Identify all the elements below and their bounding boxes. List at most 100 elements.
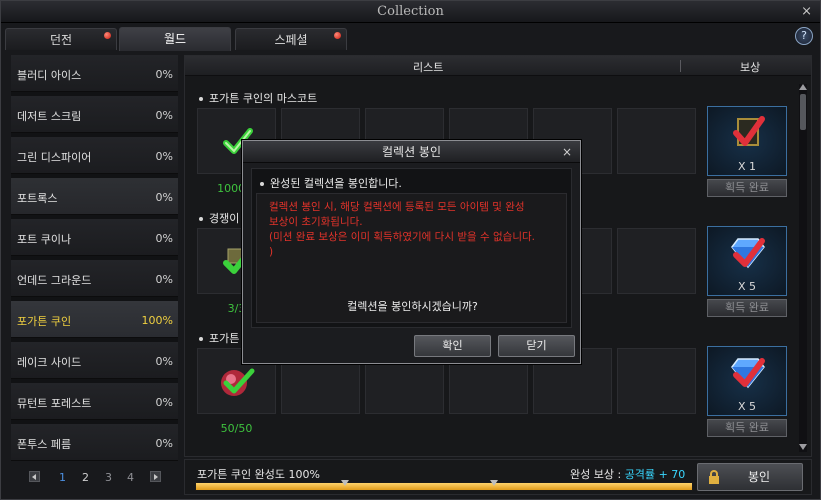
tab-world-label: 월드 bbox=[163, 32, 187, 46]
page-number[interactable]: 3 bbox=[105, 471, 112, 484]
next-page-button[interactable] bbox=[150, 471, 161, 482]
sidebar-item-percent: 0% bbox=[155, 68, 173, 81]
seal-button-label: 봉인 bbox=[747, 470, 771, 484]
tab-dungeon-label: 던전 bbox=[49, 33, 73, 47]
sidebar: 블러디 아이스 0% 데저트 스크림 0% 그린 디스파이어 0% 포트록스 0% 포트… bbox=[11, 55, 178, 461]
help-icon[interactable]: ? bbox=[795, 27, 813, 45]
obtained-button[interactable]: 획득 완료 bbox=[707, 299, 787, 317]
collection-group-name: 포가튼 bbox=[209, 332, 240, 345]
sidebar-item-label: 언데드 그라운드 bbox=[17, 274, 92, 287]
reward-count: X 5 bbox=[737, 400, 757, 413]
sidebar-item-label: 포가튼 쿠인 bbox=[17, 315, 72, 328]
sidebar-item-percent: 0% bbox=[155, 191, 173, 204]
bullet-icon bbox=[199, 337, 203, 341]
sidebar-item-label: 포트록스 bbox=[17, 192, 58, 205]
progress-marker-icon bbox=[341, 480, 349, 486]
page-number[interactable]: 2 bbox=[82, 471, 89, 484]
reward-count: X 5 bbox=[737, 280, 757, 293]
bullet-icon bbox=[199, 217, 203, 221]
dialog-title: 컬렉션 봉인 bbox=[381, 145, 441, 159]
scroll-up-icon[interactable] bbox=[799, 84, 807, 90]
warning-line: ) bbox=[269, 246, 274, 258]
reward-slot[interactable]: X 5 bbox=[707, 346, 787, 416]
scrollbar-track[interactable] bbox=[799, 84, 807, 452]
sidebar-item-port-cuina[interactable]: 포트 쿠이나 0% bbox=[11, 219, 178, 256]
sidebar-item-pontus-ferm[interactable]: 폰투스 페름 0% bbox=[11, 424, 178, 461]
sidebar-item-percent: 0% bbox=[155, 109, 173, 122]
tab-world[interactable]: 월드 bbox=[119, 27, 231, 51]
bullet-icon bbox=[199, 97, 203, 101]
item-slot-empty bbox=[617, 348, 696, 414]
confirm-button[interactable]: 확인 bbox=[414, 335, 491, 357]
completion-bar: 포가튼 쿠인 완성도 100% 완성 보상 : 공격률 + 70 봉인 bbox=[184, 459, 812, 495]
completion-reward: 완성 보상 : 공격률 + 70 bbox=[570, 466, 685, 482]
reward-slot[interactable]: X 1 bbox=[707, 106, 787, 176]
completion-reward-stat: 공격률 bbox=[624, 468, 656, 481]
chevron-left-icon bbox=[32, 474, 36, 480]
item-orb-check-icon bbox=[221, 368, 255, 396]
sidebar-item-label: 뮤턴트 포레스트 bbox=[17, 397, 92, 410]
reward-mascot-icon bbox=[733, 116, 765, 146]
confirm-question: 컬렉션을 봉인하시겠습니까? bbox=[347, 300, 478, 313]
list-header-label: 리스트 bbox=[413, 61, 444, 74]
sidebar-item-fortrox[interactable]: 포트록스 0% bbox=[11, 178, 178, 215]
sidebar-item-desert-scream[interactable]: 데저트 스크림 0% bbox=[11, 96, 178, 133]
sidebar-item-forgotten-cuin[interactable]: 포가튼 쿠인 100% bbox=[11, 301, 178, 338]
dialog-message-box: 컬렉션 봉인 시, 해당 컬렉션에 등록된 모든 아이템 및 완성 보상이 초기… bbox=[256, 193, 567, 323]
seal-button[interactable]: 봉인 bbox=[697, 463, 803, 491]
sidebar-item-percent: 0% bbox=[155, 437, 173, 450]
window-title: Collection bbox=[377, 4, 444, 19]
collection-group-name: 경쟁이 bbox=[209, 212, 240, 225]
collection-group-title: 포가튼 bbox=[199, 330, 239, 346]
warning-line: (미션 완료 보상은 이미 획득하였기에 다시 받을 수 없습니다. bbox=[269, 231, 535, 243]
close-icon[interactable]: × bbox=[801, 1, 812, 23]
obtained-button[interactable]: 획득 완료 bbox=[707, 179, 787, 197]
collection-group-name: 포가튼 쿠인의 마스코트 bbox=[209, 92, 318, 105]
sidebar-item-label: 데저트 스크림 bbox=[17, 110, 82, 123]
sidebar-item-percent: 100% bbox=[141, 314, 173, 327]
progress-marker-icon bbox=[490, 480, 498, 486]
sidebar-item-label: 그린 디스파이어 bbox=[17, 151, 92, 164]
tab-dungeon[interactable]: 던전 bbox=[5, 28, 117, 50]
dialog-body: 완성된 컬렉션을 봉인합니다. 컬렉션 봉인 시, 해당 컬렉션에 등록된 모든… bbox=[251, 168, 572, 328]
item-progress: 50/50 bbox=[220, 422, 253, 435]
alert-dot-icon bbox=[334, 32, 341, 39]
collection-group-title: 포가튼 쿠인의 마스코트 bbox=[199, 90, 317, 106]
reward-diamond-icon bbox=[731, 358, 765, 389]
sidebar-item-percent: 0% bbox=[155, 232, 173, 245]
scroll-down-icon[interactable] bbox=[799, 444, 807, 450]
page-number[interactable]: 4 bbox=[127, 471, 134, 484]
reward-count: X 1 bbox=[737, 160, 757, 173]
close-icon[interactable]: × bbox=[562, 141, 572, 163]
sidebar-item-percent: 0% bbox=[155, 273, 173, 286]
sidebar-item-label: 폰투스 페름 bbox=[17, 438, 72, 451]
chevron-right-icon bbox=[154, 474, 158, 480]
tab-special[interactable]: 스페셜 bbox=[235, 28, 347, 50]
sidebar-item-bloody-ice[interactable]: 블러디 아이스 0% bbox=[11, 55, 178, 92]
reward-header-label: 보상 bbox=[740, 61, 761, 74]
sidebar-item-label: 포트 쿠이나 bbox=[17, 233, 72, 246]
warning-text: 컬렉션 봉인 시, 해당 컬렉션에 등록된 모든 아이템 및 완성 보상이 초기… bbox=[269, 200, 564, 260]
sidebar-item-undead-ground[interactable]: 언데드 그라운드 0% bbox=[11, 260, 178, 297]
tab-special-label: 스페셜 bbox=[274, 33, 308, 47]
item-slot-empty bbox=[617, 228, 696, 294]
sidebar-item-green-despair[interactable]: 그린 디스파이어 0% bbox=[11, 137, 178, 174]
prev-page-button[interactable] bbox=[29, 471, 40, 482]
sidebar-item-percent: 0% bbox=[155, 355, 173, 368]
scrollbar-thumb[interactable] bbox=[800, 94, 806, 130]
dialog-close-button[interactable]: 닫기 bbox=[498, 335, 575, 357]
dialog-subtitle: 완성된 컬렉션을 봉인합니다. bbox=[260, 175, 402, 191]
bullet-icon bbox=[260, 182, 264, 186]
completion-reward-prefix: 완성 보상 : bbox=[570, 468, 625, 481]
sidebar-item-lake-side[interactable]: 레이크 사이드 0% bbox=[11, 342, 178, 379]
sidebar-item-label: 블러디 아이스 bbox=[17, 69, 82, 82]
obtained-button[interactable]: 획득 완료 bbox=[707, 419, 787, 437]
collection-window: Collection × 던전 월드 스페셜 ? 블러디 아이스 0% 데저트 스… bbox=[0, 0, 821, 500]
sidebar-item-percent: 0% bbox=[155, 150, 173, 163]
reward-slot[interactable]: X 5 bbox=[707, 226, 787, 296]
sidebar-item-percent: 0% bbox=[155, 396, 173, 409]
sidebar-item-mutant-forest[interactable]: 뮤턴트 포레스트 0% bbox=[11, 383, 178, 420]
page-number[interactable]: 1 bbox=[59, 471, 66, 484]
dialog-subtitle-text: 완성된 컬렉션을 봉인합니다. bbox=[270, 177, 402, 190]
pager: 1 2 3 4 bbox=[29, 471, 164, 485]
